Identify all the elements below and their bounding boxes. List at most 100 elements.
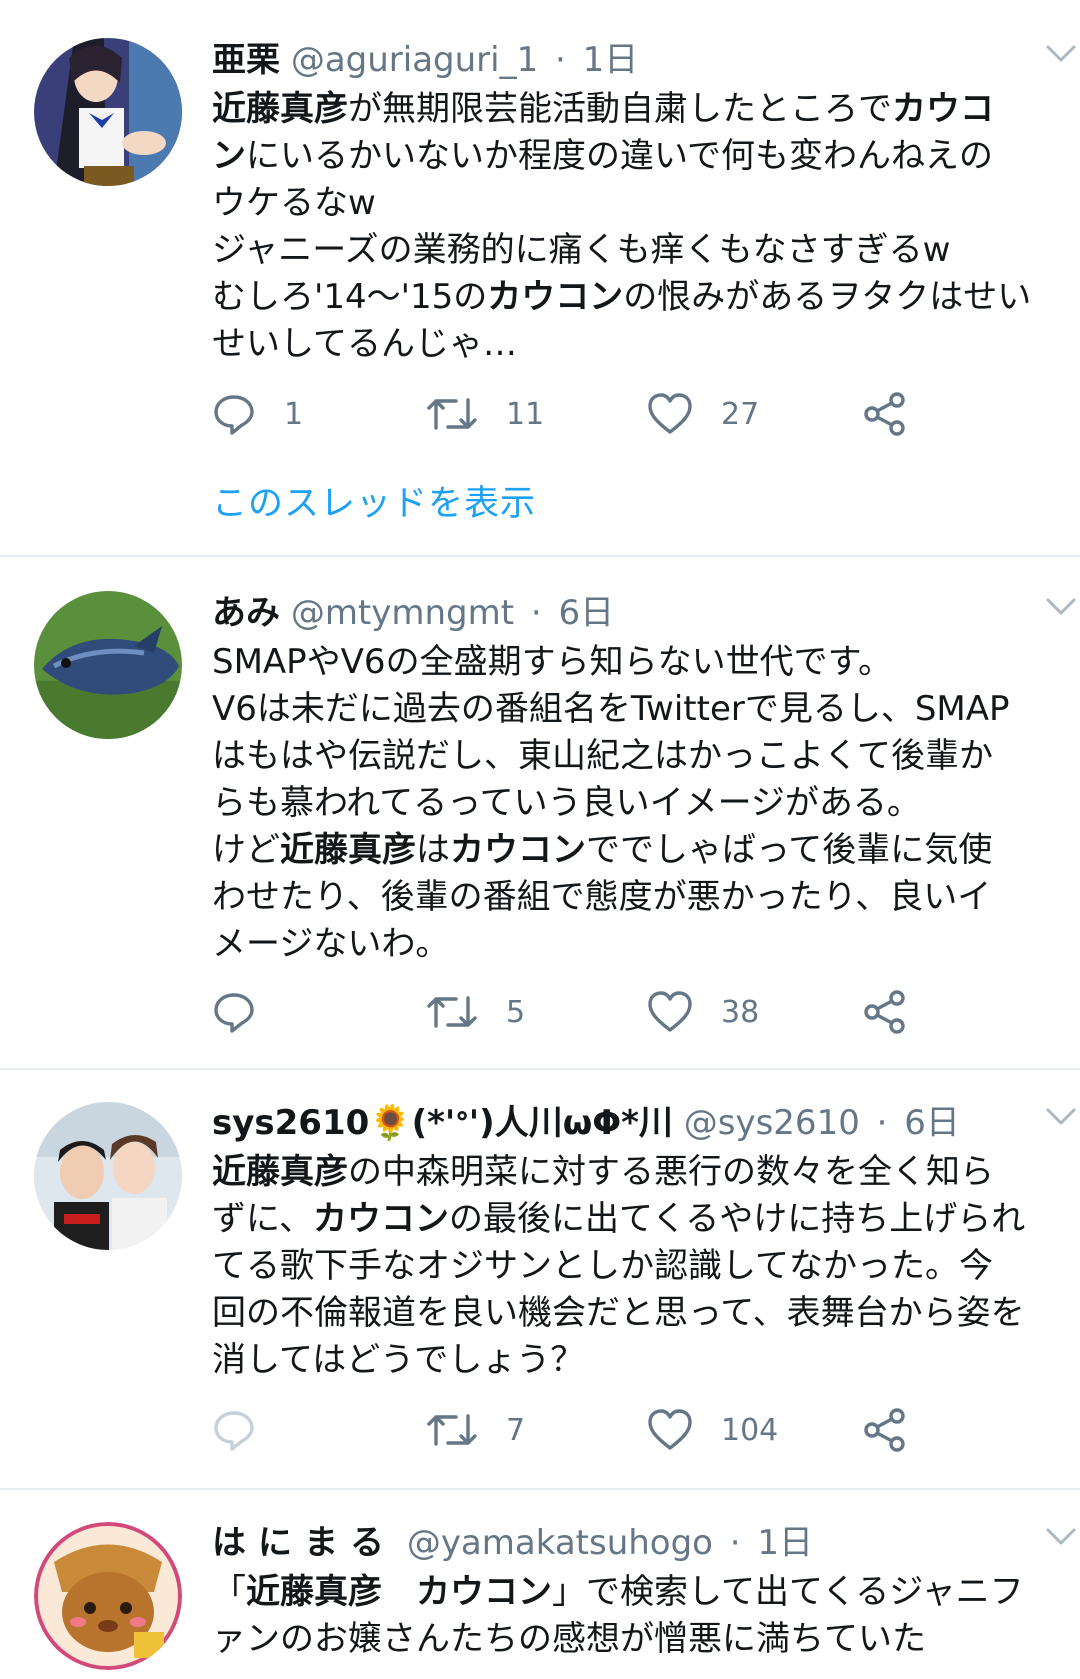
text-segment: わせたり、後輩の番組で態度が悪かったり、良いイ (212, 877, 992, 917)
text-segment: の恨みがあるヲタクはせい (623, 277, 1032, 317)
like-button[interactable]: 104 (647, 1400, 778, 1460)
highlighted-keyword: 近藤真彦 カウコン (246, 1572, 552, 1612)
display-name[interactable]: 亜栗 (212, 40, 280, 80)
avatar[interactable] (34, 1522, 182, 1670)
like-count: 104 (721, 1412, 779, 1448)
text-segment: SMAPやV6の全盛期すら知らない世代です。 (212, 642, 893, 682)
like-icon (647, 990, 693, 1034)
retweet-icon (426, 990, 478, 1034)
user-handle[interactable]: @sys2610 (684, 1103, 860, 1143)
tweet-text-line: 消してはどうでしょう？ (212, 1337, 1052, 1384)
tweet-text-line: ァンのお嬢さんたちの感想が憎悪に満ちていた (212, 1616, 1052, 1663)
avatar[interactable] (34, 38, 182, 186)
tweet-text-line: メージないわ。 (212, 921, 1052, 968)
share-button[interactable] (862, 384, 908, 444)
tweet-text-line: 近藤真彦の中森明菜に対する悪行の数々を全く知ら (212, 1149, 1052, 1196)
tweet-actions: 7 104 (212, 1400, 972, 1460)
like-icon (647, 392, 693, 436)
like-count: 27 (721, 396, 760, 432)
highlighted-keyword: カウコン (450, 830, 586, 870)
text-segment: ァンのお嬢さんたちの感想が憎悪に満ちていた (212, 1619, 926, 1659)
retweet-icon (426, 1408, 478, 1452)
tweet-text-line: けど近藤真彦はカウコンででしゃばって後輩に気使 (212, 827, 1052, 874)
user-handle[interactable]: @aguriaguri_1 (291, 40, 538, 80)
tweet-text-line: せいしてるんじゃ… (212, 321, 1052, 368)
tweet-text: 近藤真彦の中森明菜に対する悪行の数々を全く知ら ずに、カウコンの最後に出てくるやけ… (212, 1149, 1052, 1384)
tweet-text-line: 回の不倫報道を良い機会だと思って、表舞台から姿を (212, 1290, 1052, 1337)
chevron-down-icon[interactable] (1044, 1099, 1078, 1133)
text-segment: ででしゃばって後輩に気使 (586, 830, 993, 870)
tweet[interactable]: あみ @mtymngmt · 6日 SMAPやV6の全盛期すら知らない世代です。… (0, 557, 1080, 1070)
share-button[interactable] (862, 982, 908, 1042)
tweet-text-line: V6は未だに過去の番組名をTwitterで見るし、SMAP (212, 686, 1052, 733)
timestamp[interactable]: 6日 (559, 593, 615, 633)
text-segment: せいしてるんじゃ… (212, 324, 517, 364)
tweet-text: SMAPやV6の全盛期すら知らない世代です。 V6は未だに過去の番組名をTwitt… (212, 639, 1052, 968)
user-handle[interactable]: @mtymngmt (291, 593, 514, 633)
highlighted-keyword: 近藤真彦 (212, 89, 348, 129)
like-count: 38 (721, 994, 760, 1030)
reply-count: 1 (284, 396, 304, 432)
chevron-down-icon[interactable] (1044, 589, 1078, 623)
like-button[interactable]: 27 (647, 384, 759, 444)
avatar[interactable] (34, 1102, 182, 1250)
like-button[interactable]: 38 (647, 982, 759, 1042)
share-icon (862, 1407, 908, 1453)
user-handle[interactable]: @yamakatsuhogo (407, 1523, 713, 1563)
text-segment: 消してはどうでしょう？ (212, 1340, 585, 1380)
text-segment: メージないわ。 (212, 924, 450, 964)
tweet-text-line: わせたり、後輩の番組で態度が悪かったり、良いイ (212, 874, 1052, 921)
text-segment: けど (212, 830, 280, 870)
text-segment: ウケるなw (212, 183, 376, 223)
tweet-text-line: ンにいるかいないか程度の違いで何も変わんねえの (212, 133, 1052, 180)
tweet-text-line: 近藤真彦が無期限芸能活動自粛したところでカウコ (212, 86, 1052, 133)
display-name[interactable]: はにまる (212, 1523, 396, 1563)
timeline: 亜栗 @aguriaguri_1 · 1日 近藤真彦が無期限芸能活動自粛したとこ… (0, 0, 1080, 1679)
text-segment: はもはや伝説だし、東山紀之はかっこよくて後輩か (212, 736, 993, 776)
tweet[interactable]: はにまる @yamakatsuhogo · 1日 「近藤真彦 カウコン」で検索し… (0, 1490, 1080, 1679)
tweet-header: はにまる @yamakatsuhogo · 1日 (212, 1517, 1052, 1569)
text-segment: ずに、 (212, 1199, 313, 1239)
highlighted-keyword: カウコ (892, 89, 994, 129)
tweet-text-line: ジャニーズの業務的に痛くも痒くもなさすぎるw (212, 227, 1052, 274)
timestamp[interactable]: 6日 (904, 1103, 960, 1143)
share-icon (862, 989, 908, 1035)
text-segment: V6は未だに過去の番組名をTwitterで見るし、SMAP (212, 689, 1010, 729)
chevron-down-icon[interactable] (1044, 36, 1078, 70)
reply-button[interactable] (212, 982, 284, 1042)
retweet-icon (426, 392, 478, 436)
avatar[interactable] (34, 591, 182, 739)
tweet[interactable]: sys2610🌻(*'ᐤ')人川ωΦ*川 @sys2610 · 6日 近藤真彦の… (0, 1070, 1080, 1490)
retweet-button[interactable]: 5 (426, 982, 525, 1042)
chevron-down-icon[interactable] (1044, 1519, 1078, 1553)
tweet-actions: 5 38 (212, 982, 972, 1042)
retweet-button[interactable]: 11 (426, 384, 544, 444)
highlighted-keyword: カウコン (487, 277, 624, 317)
text-segment: むしろ'14〜'15の (212, 277, 488, 317)
like-icon (647, 1408, 693, 1452)
tweet[interactable]: 亜栗 @aguriaguri_1 · 1日 近藤真彦が無期限芸能活動自粛したとこ… (0, 0, 1080, 557)
show-thread-link[interactable]: このスレッドを表示 (212, 475, 536, 526)
text-segment: らも慕われてるっていう良いイメージがある。 (212, 783, 921, 823)
highlighted-keyword: カウコン (312, 1199, 449, 1239)
reply-button[interactable]: 1 (212, 384, 303, 444)
display-name[interactable]: sys2610🌻(*'ᐤ')人川ωΦ*川 (212, 1103, 673, 1143)
tweet-header: 亜栗 @aguriaguri_1 · 1日 (212, 34, 1052, 86)
retweet-count: 7 (506, 1412, 526, 1448)
reply-icon (212, 990, 256, 1034)
share-button[interactable] (862, 1400, 908, 1460)
display-name[interactable]: あみ (212, 593, 280, 633)
text-segment: てる歌下手なオジサンとしか認識してなかった。今 (212, 1246, 993, 1286)
tweet-text: 「近藤真彦 カウコン」で検索して出てくるジャニフ ァンのお嬢さんたちの感想が憎悪に… (212, 1569, 1052, 1663)
text-segment: にいるかいないか程度の違いで何も変わんねえの (246, 136, 993, 176)
retweet-button[interactable]: 7 (426, 1400, 525, 1460)
reply-icon (212, 392, 256, 436)
tweet-header: あみ @mtymngmt · 6日 (212, 587, 1052, 639)
tweet-text-line: むしろ'14〜'15のカウコンの恨みがあるヲタクはせい (212, 274, 1052, 321)
timestamp[interactable]: 1日 (583, 40, 639, 80)
tweet-text-line: てる歌下手なオジサンとしか認識してなかった。今 (212, 1243, 1052, 1290)
text-segment: が無期限芸能活動自粛したところで (348, 89, 892, 129)
separator-dot: · (530, 593, 542, 633)
reply-button[interactable] (212, 1400, 284, 1460)
timestamp[interactable]: 1日 (757, 1523, 813, 1563)
